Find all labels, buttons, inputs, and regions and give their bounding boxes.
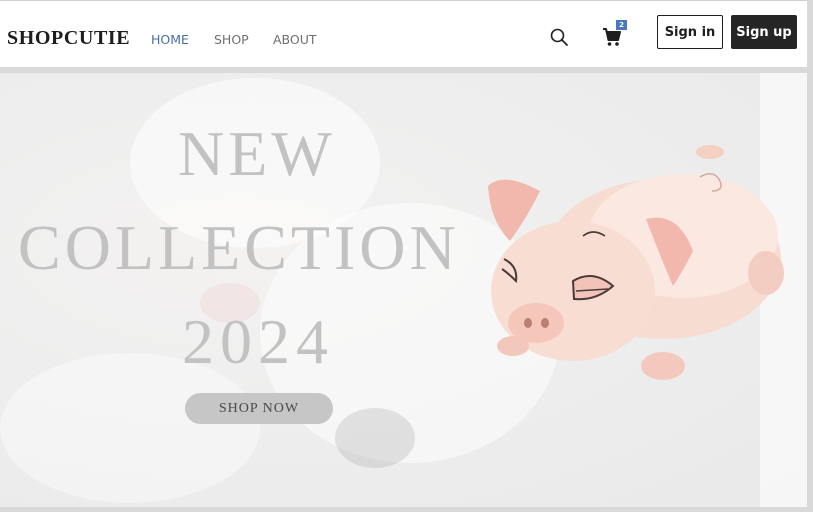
sign-up-button[interactable]: Sign up [731, 15, 797, 49]
hero-title-line: COLLECTION [18, 212, 460, 283]
shop-now-button[interactable]: SHOP NOW [185, 393, 333, 424]
search-button[interactable] [549, 27, 569, 47]
pig-plush-image [488, 145, 784, 380]
cart-count-badge: 2 [616, 20, 627, 30]
hero-title-line: 2024 [182, 306, 334, 377]
nav-home-link[interactable]: HOME [151, 32, 189, 47]
nav-about-link[interactable]: ABOUT [273, 32, 317, 47]
hero-banner: NEW COLLECTION 2024 SHOP NOW [0, 73, 807, 507]
sign-in-button[interactable]: Sign in [657, 15, 723, 49]
hero-title-line: NEW [178, 118, 336, 189]
nav-shop-link[interactable]: SHOP [214, 32, 249, 47]
search-icon [550, 28, 568, 46]
site-logo[interactable]: SHOPCUTIE [7, 27, 130, 50]
top-navbar: SHOPCUTIE HOME SHOP ABOUT 2 Sign in Sign… [0, 0, 807, 67]
hero-background-shape [335, 408, 415, 468]
cart-button[interactable]: 2 [602, 20, 627, 48]
